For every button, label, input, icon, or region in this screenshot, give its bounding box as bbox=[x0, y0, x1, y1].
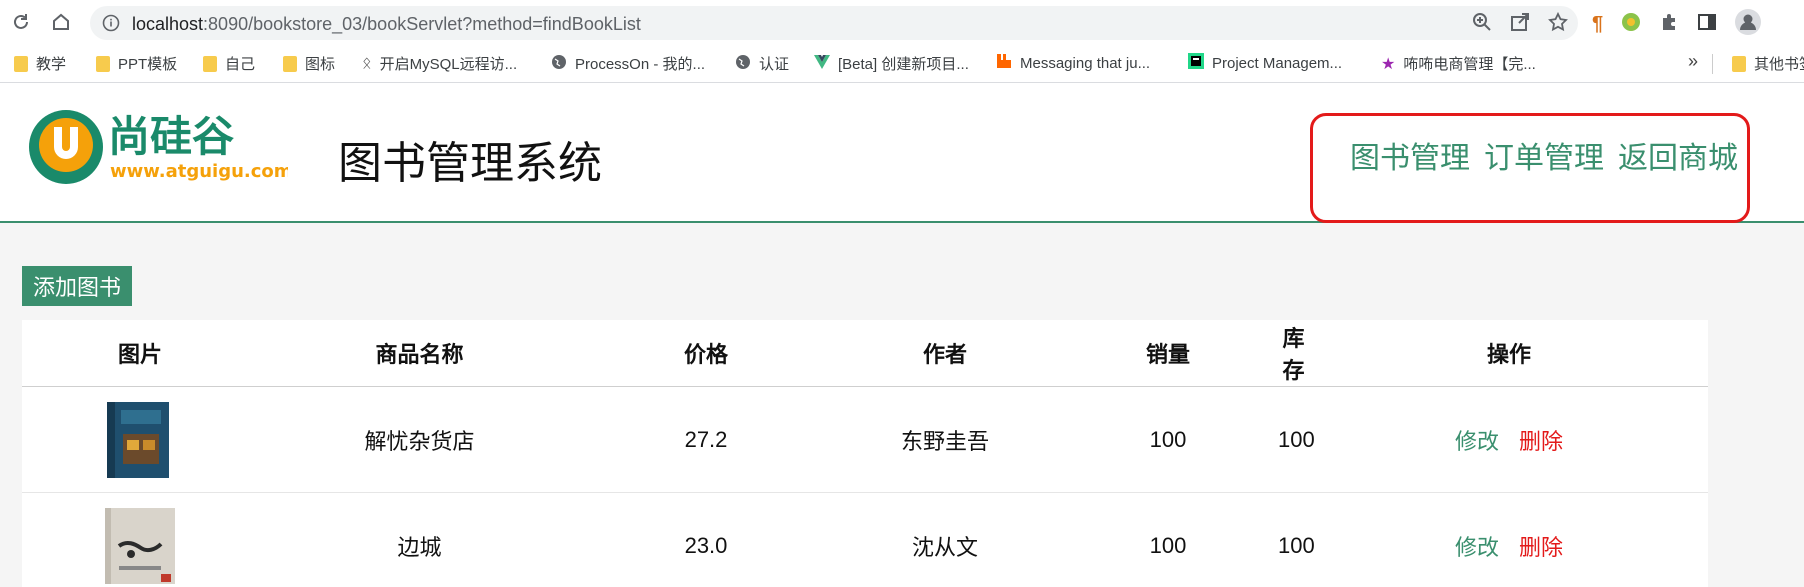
bookmarks-overflow-icon[interactable]: » bbox=[1688, 51, 1698, 72]
bookmark-item[interactable]: PPT模板 bbox=[96, 53, 177, 74]
nav-back-to-store[interactable]: 返回商城 bbox=[1618, 133, 1738, 177]
other-bookmarks[interactable]: 其他书签 bbox=[1732, 53, 1804, 74]
address-bar[interactable]: localhost:8090/bookstore_03/bookServlet?… bbox=[90, 6, 1578, 40]
reload-icon[interactable] bbox=[8, 9, 34, 35]
info-icon[interactable] bbox=[102, 14, 120, 37]
app-title: 图书管理系统 bbox=[338, 139, 602, 188]
table-row: 边城 23.0 沈从文 100 100 修改 删除 bbox=[22, 492, 1708, 587]
url-text: localhost:8090/bookstore_03/bookServlet?… bbox=[132, 14, 641, 34]
browser-toolbar: localhost:8090/bookstore_03/bookServlet?… bbox=[0, 0, 1804, 44]
book-cover-cell bbox=[22, 492, 258, 587]
book-sales: 100 bbox=[1059, 492, 1277, 587]
book-price: 23.0 bbox=[581, 492, 831, 587]
app-header: 尚硅谷 www.atguigu.com 图书管理系统 图书管理 订单管理 返回商… bbox=[0, 83, 1804, 223]
book-stock: 100 bbox=[1277, 386, 1315, 493]
edit-link[interactable]: 修改 bbox=[1455, 535, 1499, 560]
bookmark-item[interactable]: 认证 bbox=[735, 53, 789, 74]
bookmark-item[interactable]: 图标 bbox=[283, 53, 335, 74]
book-cover-image bbox=[105, 507, 175, 584]
book-name: 解忧杂货店 bbox=[258, 386, 581, 493]
logo-text: 尚硅谷 bbox=[108, 112, 234, 161]
col-header-stock: 库存 bbox=[1277, 320, 1310, 387]
col-header-name: 商品名称 bbox=[258, 320, 581, 387]
nav-book-management[interactable]: 图书管理 bbox=[1350, 133, 1470, 177]
folder-icon bbox=[96, 55, 110, 72]
main-nav: 图书管理 订单管理 返回商城 bbox=[1350, 133, 1738, 177]
book-author: 东野圭吾 bbox=[831, 386, 1059, 493]
col-header-image: 图片 bbox=[22, 320, 258, 387]
book-stock: 100 bbox=[1277, 492, 1315, 587]
star-icon[interactable] bbox=[1548, 11, 1568, 37]
nav-order-management[interactable]: 订单管理 bbox=[1484, 133, 1604, 177]
zoom-icon[interactable] bbox=[1472, 12, 1492, 37]
col-header-actions: 操作 bbox=[1310, 320, 1708, 387]
globe-icon bbox=[735, 54, 751, 74]
vue-icon bbox=[814, 54, 830, 73]
paragraph-icon[interactable]: ¶ bbox=[1592, 13, 1603, 36]
bookmark-item[interactable]: Project Managem... bbox=[1188, 53, 1342, 73]
puzzle-icon[interactable] bbox=[1659, 12, 1679, 37]
book-price: 27.2 bbox=[581, 386, 831, 493]
home-icon[interactable] bbox=[48, 9, 74, 35]
rabbitmq-icon bbox=[996, 53, 1012, 73]
star-icon: ★ bbox=[1381, 55, 1396, 73]
book-table: 图片 商品名称 价格 作者 销量 库存 操作 解忧杂货店 27.2 东野圭吾 1… bbox=[22, 320, 1708, 587]
pm-icon bbox=[1188, 53, 1204, 73]
globe-icon bbox=[551, 54, 567, 74]
col-header-sales: 销量 bbox=[1059, 320, 1277, 387]
bookmark-item[interactable]: [Beta] 创建新项目... bbox=[814, 53, 969, 74]
book-sales: 100 bbox=[1059, 386, 1277, 493]
bookmarks-bar: 教学 PPT模板 自己 图标 ᛟ 开启MySQL远程访... ProcessOn … bbox=[0, 44, 1804, 83]
delete-link[interactable]: 删除 bbox=[1519, 429, 1563, 454]
bookmark-item[interactable]: 自己 bbox=[203, 53, 255, 74]
bookmark-item[interactable]: ᛟ 开启MySQL远程访... bbox=[362, 53, 517, 74]
edit-link[interactable]: 修改 bbox=[1455, 429, 1499, 454]
folder-icon bbox=[14, 55, 28, 72]
book-name: 边城 bbox=[258, 492, 581, 587]
extension-green-icon[interactable] bbox=[1621, 12, 1641, 37]
sidepanel-icon[interactable] bbox=[1697, 12, 1717, 37]
table-header-row: 图片 商品名称 价格 作者 销量 库存 操作 bbox=[22, 320, 1708, 387]
folder-icon bbox=[283, 55, 297, 72]
folder-icon bbox=[1732, 55, 1746, 72]
bookmark-item[interactable]: Messaging that ju... bbox=[996, 53, 1150, 73]
bookmark-item[interactable]: ProcessOn - 我的... bbox=[551, 53, 705, 74]
book-author: 沈从文 bbox=[831, 492, 1059, 587]
book-actions: 修改 删除 bbox=[1310, 492, 1708, 587]
mysql-icon: ᛟ bbox=[362, 54, 372, 72]
profile-icon[interactable] bbox=[1735, 9, 1762, 40]
book-cover-image bbox=[107, 401, 169, 478]
folder-icon bbox=[203, 55, 217, 72]
add-book-button[interactable]: 添加图书 bbox=[22, 266, 132, 306]
delete-link[interactable]: 删除 bbox=[1519, 535, 1563, 560]
share-icon[interactable] bbox=[1510, 12, 1530, 37]
bookmark-item[interactable]: 教学 bbox=[14, 53, 66, 74]
atguigu-logo: 尚硅谷 www.atguigu.com bbox=[29, 110, 288, 184]
col-header-price: 价格 bbox=[581, 320, 831, 387]
book-cover-cell bbox=[22, 386, 258, 493]
bookmark-item[interactable]: ★ 咘咘电商管理【完... bbox=[1381, 53, 1536, 74]
bookmarks-separator bbox=[1712, 54, 1713, 74]
book-actions: 修改 删除 bbox=[1310, 386, 1708, 493]
col-header-author: 作者 bbox=[831, 320, 1059, 387]
logo-url: www.atguigu.com bbox=[110, 161, 288, 182]
table-row: 解忧杂货店 27.2 东野圭吾 100 100 修改 删除 bbox=[22, 386, 1708, 493]
